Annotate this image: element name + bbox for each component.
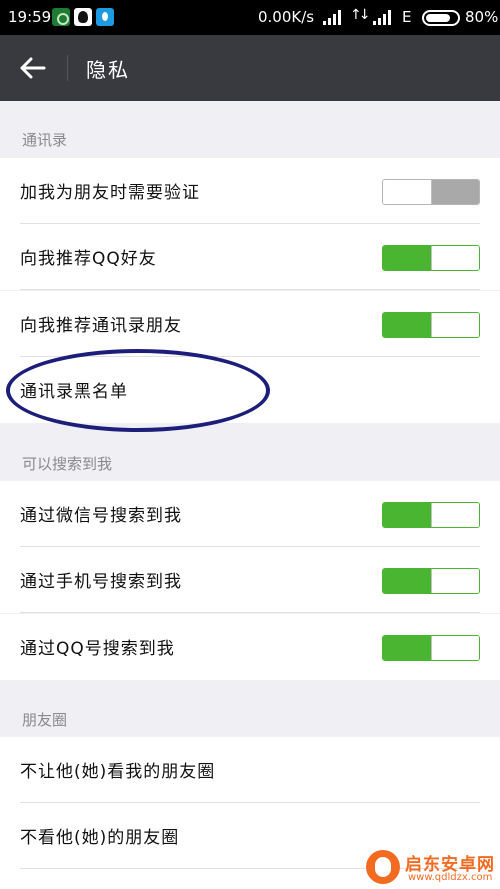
setting-row-contacts-blacklist[interactable]: 通讯录黑名单 [0, 357, 500, 423]
setting-label: 通讯录黑名单 [20, 382, 128, 402]
data-arrows-icon: ↑↓ [350, 7, 371, 23]
setting-row-search-by-wechat-id[interactable]: 通过微信号搜索到我 [0, 481, 500, 547]
page-title: 隐私 [86, 58, 130, 82]
watermark: 启东安卓网 www.qdldzx.com [362, 848, 500, 889]
setting-row-recommend-qq-friends[interactable]: 向我推荐QQ好友 [0, 224, 500, 290]
status-bar: 19:59 0.00K/s ↑↓ E 80% [0, 0, 500, 35]
section-title-contacts: 通讯录 [22, 131, 68, 149]
header-divider [67, 55, 68, 81]
status-time: 19:59 [8, 8, 52, 26]
signal-icon [373, 10, 393, 25]
row-divider [20, 612, 480, 613]
toggle-recommend-qq-friends[interactable] [382, 245, 480, 271]
app-header: 隐私 [0, 35, 500, 101]
toggle-friend-verification[interactable] [382, 179, 480, 205]
network-type: E [402, 8, 412, 26]
setting-label: 通过手机号搜索到我 [20, 572, 182, 592]
back-button[interactable] [10, 48, 58, 88]
setting-row-search-by-phone[interactable]: 通过手机号搜索到我 [0, 547, 500, 613]
setting-label: 向我推荐通讯录朋友 [20, 316, 182, 336]
watermark-logo-icon [366, 850, 400, 884]
setting-label: 加我为朋友时需要验证 [20, 183, 200, 203]
setting-row-recommend-contacts[interactable]: 向我推荐通讯录朋友 [0, 291, 500, 357]
battery-percent: 80% [465, 8, 499, 26]
droplet-app-icon [96, 8, 114, 26]
setting-label: 通过QQ号搜索到我 [20, 639, 175, 659]
signal-icon [323, 10, 343, 25]
battery-icon [422, 10, 460, 26]
android-app-icon [52, 8, 70, 26]
setting-label: 不看他(她)的朋友圈 [20, 828, 180, 848]
row-divider [20, 289, 480, 290]
setting-row-search-by-qq[interactable]: 通过QQ号搜索到我 [0, 614, 500, 680]
toggle-search-by-wechat-id[interactable] [382, 502, 480, 528]
toggle-search-by-phone[interactable] [382, 568, 480, 594]
network-speed: 0.00K/s [258, 8, 315, 26]
setting-row-friend-verification[interactable]: 加我为朋友时需要验证 [0, 158, 500, 224]
setting-label: 通过微信号搜索到我 [20, 506, 182, 526]
toggle-recommend-contacts[interactable] [382, 312, 480, 338]
toggle-search-by-qq[interactable] [382, 635, 480, 661]
setting-label: 向我推荐QQ好友 [20, 249, 157, 269]
section-title-moments: 朋友圈 [22, 711, 68, 729]
qq-penguin-icon [74, 8, 92, 26]
setting-label: 不让他(她)看我的朋友圈 [20, 762, 216, 782]
watermark-url: www.qdldzx.com [408, 872, 493, 883]
setting-row-hide-my-moments[interactable]: 不让他(她)看我的朋友圈 [0, 737, 500, 803]
section-title-search: 可以搜索到我 [22, 455, 113, 473]
arrow-left-icon [20, 57, 46, 79]
